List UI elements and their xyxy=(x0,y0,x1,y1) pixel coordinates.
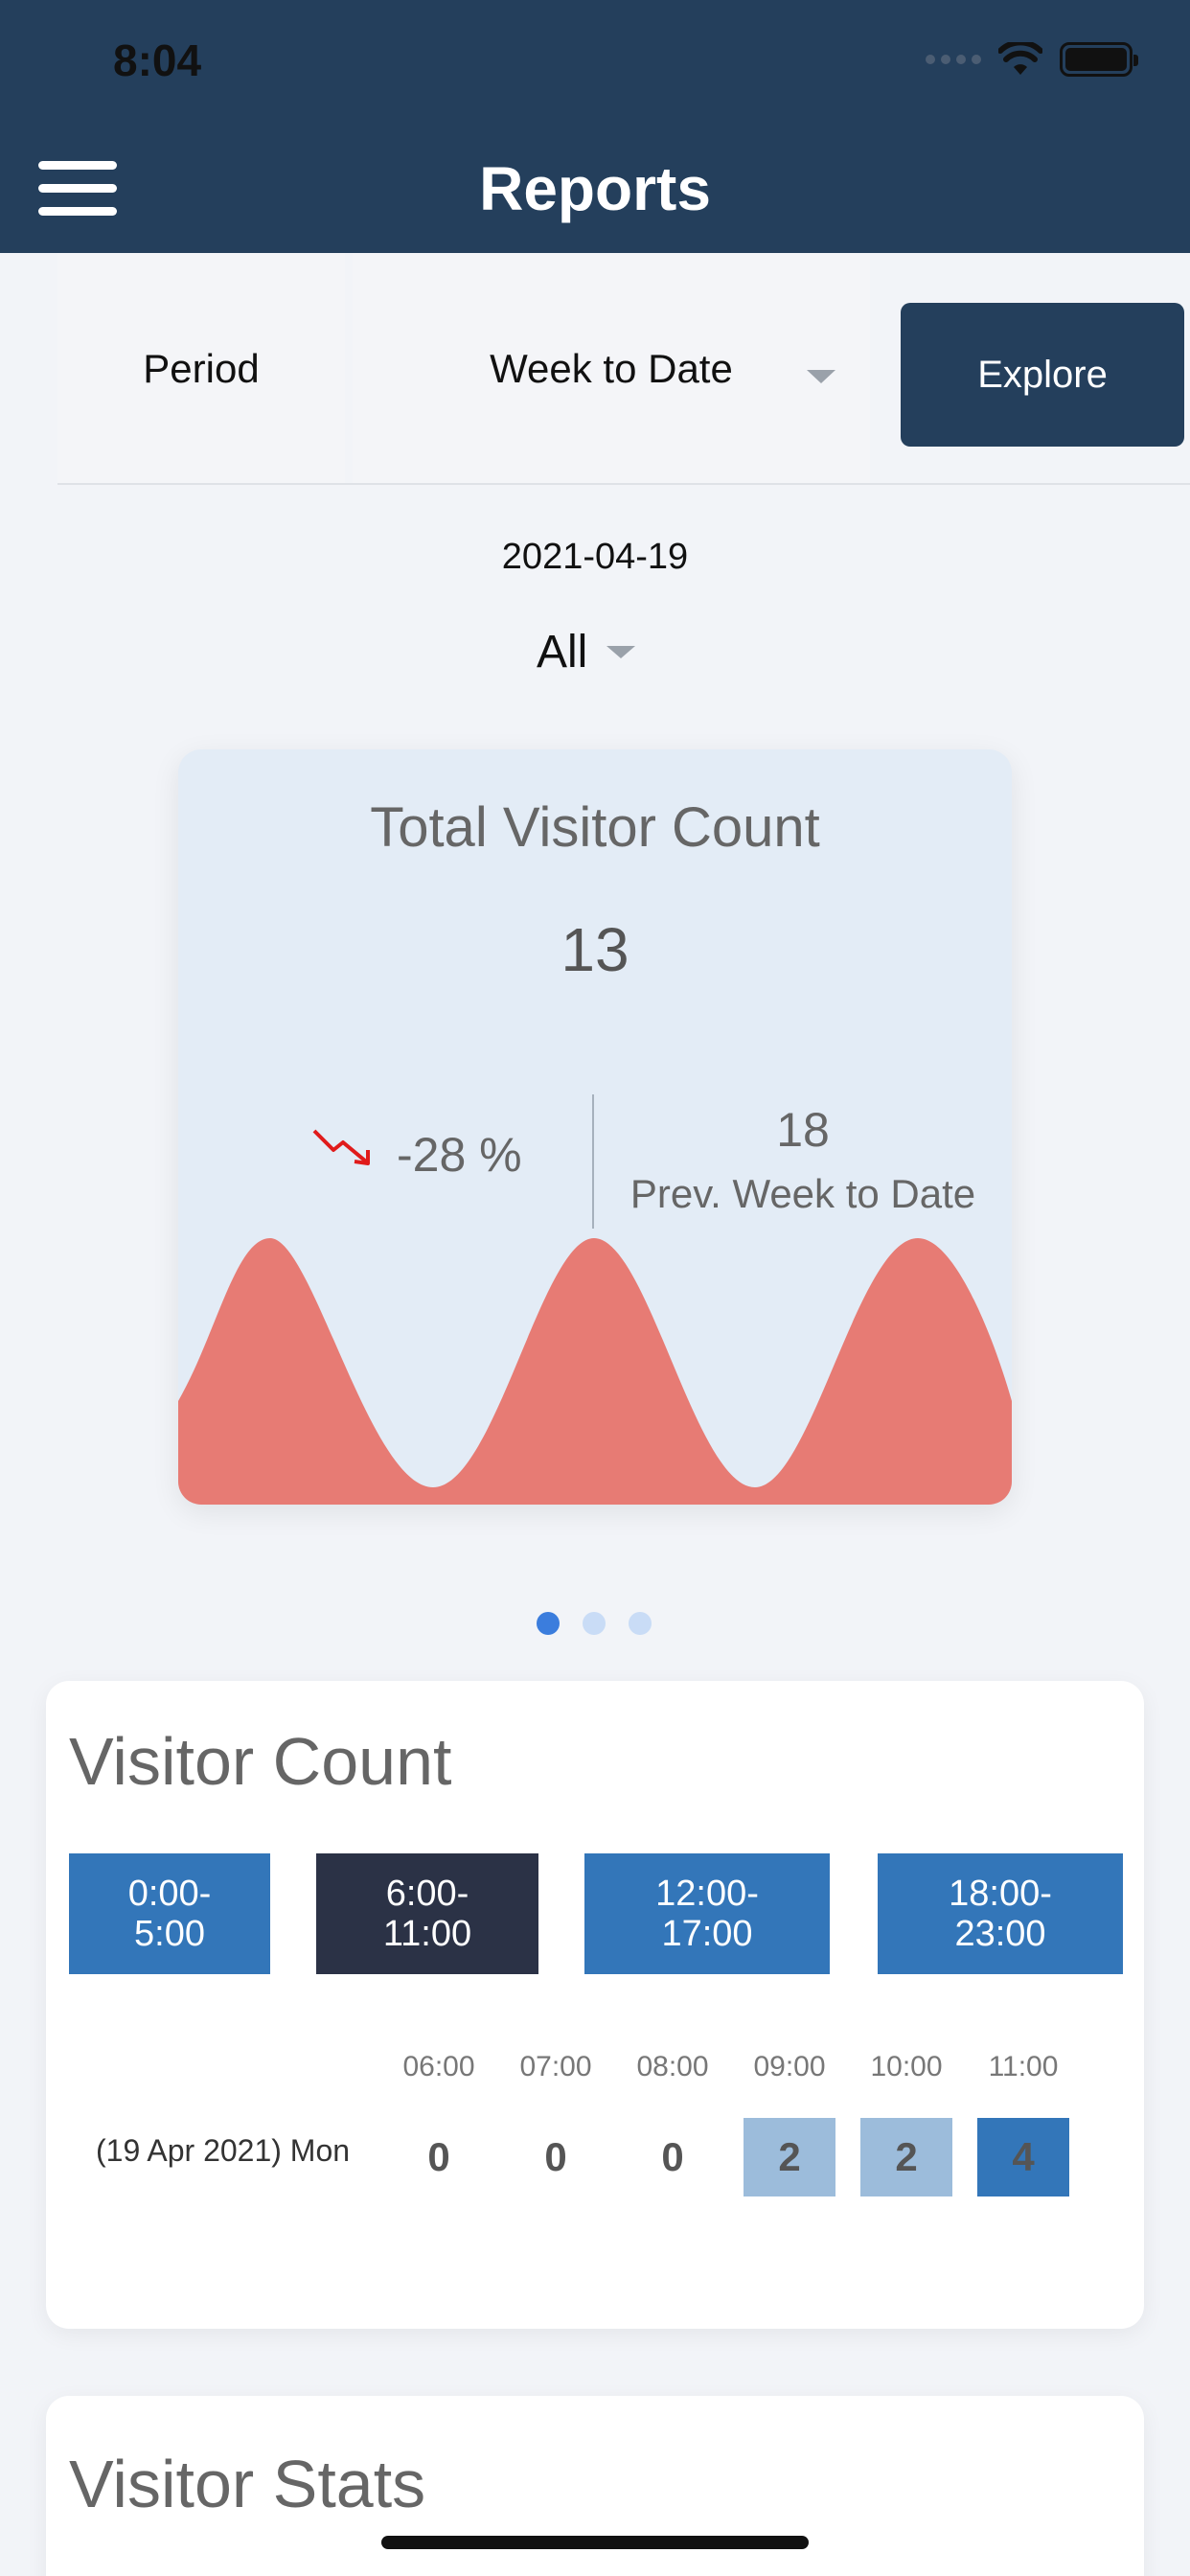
period-dropdown[interactable]: Week to Date xyxy=(353,253,870,485)
row-date-label: (19 Apr 2021) Mon xyxy=(96,2133,351,2168)
hour-label: 11:00 xyxy=(988,2051,1059,2082)
hour-label: 10:00 xyxy=(870,2051,943,2082)
scope-dropdown-value: All xyxy=(537,626,588,678)
period-dropdown-value: Week to Date xyxy=(490,346,733,391)
total-visitor-count: 13 xyxy=(561,915,629,984)
heatmap-cell[interactable]: 0 xyxy=(393,2118,485,2196)
section-title: Visitor Count xyxy=(69,1724,452,1799)
heatmap-cell[interactable]: 2 xyxy=(860,2118,952,2196)
period-filter-row: Period Week to Date Explore xyxy=(0,253,1190,485)
scope-dropdown[interactable]: All xyxy=(537,623,636,680)
visitor-count-card: Visitor Count 0:00- 5:00 6:00- 11:00 12:… xyxy=(46,1681,1144,2329)
hour-label: 06:00 xyxy=(402,2051,475,2082)
page-title: Reports xyxy=(479,154,711,223)
pager-dot[interactable] xyxy=(537,1612,560,1635)
time-range-18-23-button[interactable]: 18:00- 23:00 xyxy=(878,1853,1123,1974)
battery-icon xyxy=(1060,42,1138,77)
time-range-0-5-button[interactable]: 0:00- 5:00 xyxy=(69,1853,270,1974)
chevron-down-icon xyxy=(606,645,636,658)
total-visitor-card[interactable]: Total Visitor Count 13 -28 % 18 Prev. We… xyxy=(178,749,1012,1505)
status-time: 8:04 xyxy=(113,35,202,85)
card-title: Total Visitor Count xyxy=(370,796,820,859)
hour-label: 09:00 xyxy=(753,2051,826,2082)
divider xyxy=(57,483,1190,485)
trend-down-icon xyxy=(312,1129,370,1165)
heatmap-cell[interactable]: 2 xyxy=(744,2118,835,2196)
wifi-icon xyxy=(998,42,1042,75)
explore-button[interactable]: Explore xyxy=(901,303,1184,447)
previous-period-label: Prev. Week to Date xyxy=(629,1171,976,1216)
change-percent: -28 % xyxy=(397,1128,522,1182)
time-range-12-17-button[interactable]: 12:00- 17:00 xyxy=(584,1853,830,1974)
time-range-6-11-button[interactable]: 6:00- 11:00 xyxy=(316,1853,538,1974)
pager-dot[interactable] xyxy=(583,1612,606,1635)
chevron-down-icon xyxy=(807,370,835,383)
pager-dot[interactable] xyxy=(629,1612,652,1635)
signal-icon xyxy=(926,55,981,64)
section-title: Visitor Stats xyxy=(69,2447,426,2521)
period-label: Period xyxy=(57,253,345,485)
report-date: 2021-04-19 xyxy=(501,537,689,577)
heatmap-cell[interactable]: 0 xyxy=(510,2118,602,2196)
hour-label: 07:00 xyxy=(519,2051,592,2082)
hour-label: 08:00 xyxy=(636,2051,709,2082)
previous-count: 18 xyxy=(776,1103,830,1157)
heatmap-cell[interactable]: 0 xyxy=(627,2118,719,2196)
home-indicator[interactable] xyxy=(381,2536,809,2549)
wave-decoration xyxy=(178,1238,1012,1505)
heatmap-cell[interactable]: 4 xyxy=(977,2118,1069,2196)
app-header: 8:04 Reports xyxy=(0,0,1190,253)
status-icons xyxy=(926,42,1138,77)
carousel-pager xyxy=(537,1612,652,1635)
